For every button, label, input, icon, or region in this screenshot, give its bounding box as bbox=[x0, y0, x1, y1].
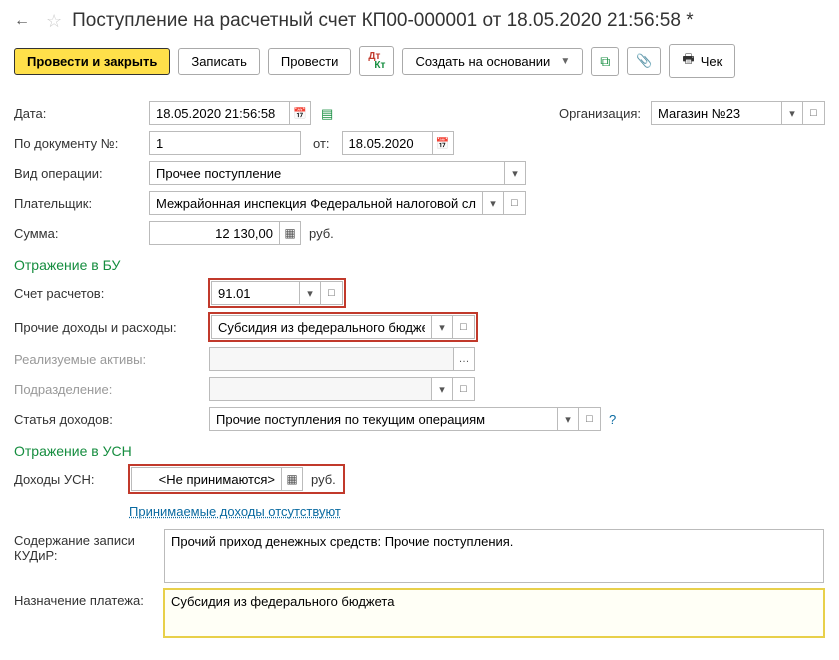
op-type-input[interactable] bbox=[149, 161, 504, 185]
amount-input[interactable] bbox=[149, 221, 279, 245]
org-label: Организация: bbox=[559, 106, 641, 121]
calendar-icon[interactable]: 📅 bbox=[289, 101, 311, 125]
assets-label: Реализуемые активы: bbox=[14, 352, 209, 367]
paperclip-icon: 📎 bbox=[636, 53, 652, 69]
account-input[interactable] bbox=[211, 281, 299, 305]
dtkt-icon: ДтКт bbox=[368, 52, 385, 70]
create-based-button[interactable]: Создать на основании ▼ bbox=[402, 48, 583, 75]
back-button[interactable]: ← bbox=[14, 12, 30, 30]
docnum-input[interactable] bbox=[149, 131, 301, 155]
division-dropdown-icon[interactable]: ▾ bbox=[431, 377, 453, 401]
save-button[interactable]: Записать bbox=[178, 48, 260, 75]
create-based-label: Создать на основании bbox=[415, 54, 550, 69]
page-title: Поступление на расчетный счет КП00-00000… bbox=[72, 10, 693, 32]
income-exp-label: Прочие доходы и расходы: bbox=[14, 320, 209, 335]
docnum-from-label: от: bbox=[313, 136, 330, 151]
op-type-label: Вид операции: bbox=[14, 166, 149, 181]
payer-input[interactable] bbox=[149, 191, 482, 215]
payer-label: Плательщик: bbox=[14, 196, 149, 211]
kudir-label: Содержание записи КУДиР: bbox=[14, 529, 164, 563]
op-type-dropdown-icon[interactable]: ▾ bbox=[504, 161, 526, 185]
account-label: Счет расчетов: bbox=[14, 286, 209, 301]
org-input[interactable] bbox=[651, 101, 781, 125]
income-item-label: Статья доходов: bbox=[14, 412, 209, 427]
payer-open-icon[interactable]: □ bbox=[504, 191, 526, 215]
amount-currency: руб. bbox=[309, 226, 334, 241]
usn-currency: руб. bbox=[311, 472, 336, 487]
income-item-input[interactable] bbox=[209, 407, 557, 431]
date-label: Дата: bbox=[14, 106, 149, 121]
income-exp-input[interactable] bbox=[211, 315, 431, 339]
dtkt-button[interactable]: ДтКт bbox=[359, 46, 394, 76]
division-label: Подразделение: bbox=[14, 382, 209, 397]
usn-calc-icon[interactable]: ▦ bbox=[281, 467, 303, 491]
printer-icon: 🖶 bbox=[682, 50, 694, 72]
division-input bbox=[209, 377, 431, 401]
usn-section-title: Отражение в УСН bbox=[14, 443, 825, 459]
income-exp-dropdown-icon[interactable]: ▾ bbox=[431, 315, 453, 339]
payer-dropdown-icon[interactable]: ▾ bbox=[482, 191, 504, 215]
income-item-dropdown-icon[interactable]: ▾ bbox=[557, 407, 579, 431]
purpose-textarea[interactable] bbox=[164, 589, 824, 637]
kudir-textarea[interactable] bbox=[164, 529, 824, 583]
org-dropdown-icon[interactable]: ▾ bbox=[781, 101, 803, 125]
account-dropdown-icon[interactable]: ▾ bbox=[299, 281, 321, 305]
docnum-label: По документу №: bbox=[14, 136, 149, 151]
help-icon[interactable]: ? bbox=[609, 412, 616, 427]
calculator-icon[interactable]: ▦ bbox=[279, 221, 301, 245]
amount-label: Сумма: bbox=[14, 226, 149, 241]
docnum-calendar-icon[interactable]: 📅 bbox=[432, 131, 454, 155]
related-button[interactable]: ⧉ bbox=[591, 47, 619, 76]
chevron-down-icon: ▼ bbox=[560, 56, 570, 67]
usn-note-link[interactable]: Принимаемые доходы отсутствуют bbox=[129, 504, 341, 519]
assets-more-icon[interactable]: … bbox=[453, 347, 475, 371]
date-input[interactable] bbox=[149, 101, 289, 125]
receipt-label: Чек bbox=[701, 54, 723, 69]
post-button[interactable]: Провести bbox=[268, 48, 352, 75]
related-icon: ⧉ bbox=[600, 53, 610, 70]
attach-button[interactable]: 📎 bbox=[627, 47, 661, 75]
income-exp-open-icon[interactable]: □ bbox=[453, 315, 475, 339]
division-open-icon[interactable]: □ bbox=[453, 377, 475, 401]
page-icon[interactable]: ▤ bbox=[321, 106, 333, 120]
post-and-close-button[interactable]: Провести и закрыть bbox=[14, 48, 170, 75]
income-item-open-icon[interactable]: □ bbox=[579, 407, 601, 431]
bu-section-title: Отражение в БУ bbox=[14, 257, 825, 273]
receipt-button[interactable]: 🖶 Чек bbox=[669, 44, 735, 78]
purpose-label: Назначение платежа: bbox=[14, 589, 164, 608]
account-open-icon[interactable]: □ bbox=[321, 281, 343, 305]
usn-income-input[interactable] bbox=[131, 467, 281, 491]
org-open-icon[interactable]: □ bbox=[803, 101, 825, 125]
assets-input bbox=[209, 347, 453, 371]
usn-income-label: Доходы УСН: bbox=[14, 472, 129, 487]
favorite-icon[interactable]: ☆ bbox=[46, 11, 62, 32]
docnum-date-input[interactable] bbox=[342, 131, 432, 155]
